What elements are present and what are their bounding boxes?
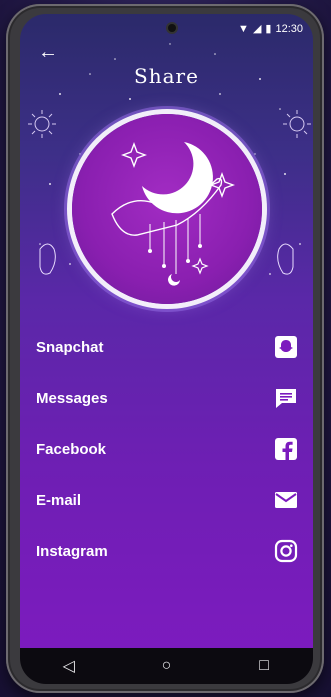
share-screen: ▼ ◢ ▮ 12:30 ← Share Snapchat Messages Fa… — [20, 14, 313, 648]
nav-home-icon[interactable]: ○ — [146, 657, 186, 675]
android-nav-bar: ◁ ○ □ — [20, 648, 313, 684]
share-option-label: Instagram — [36, 543, 108, 560]
share-option-snapchat[interactable]: Snapchat — [20, 322, 313, 373]
share-option-label: E-mail — [36, 492, 82, 509]
wifi-icon: ▼ — [238, 22, 249, 35]
signal-icon: ◢ — [252, 23, 262, 35]
moon-hand-emblem — [72, 114, 262, 304]
snapchat-icon — [273, 334, 299, 360]
moon-icon — [111, 142, 235, 286]
status-time: 12:30 — [275, 22, 303, 35]
share-option-instagram[interactable]: Instagram — [20, 526, 313, 577]
back-arrow-icon[interactable]: ← — [38, 42, 58, 62]
share-option-facebook[interactable]: Facebook — [20, 424, 313, 475]
share-option-email[interactable]: E-mail — [20, 475, 313, 526]
status-bar: ▼ ◢ ▮ 12:30 — [20, 20, 313, 36]
share-option-label: Facebook — [36, 441, 107, 458]
facebook-icon — [273, 436, 299, 462]
share-option-label: Snapchat — [36, 339, 104, 356]
email-icon — [273, 487, 299, 513]
share-options-list: Snapchat Messages Facebook E-mail Instag… — [20, 322, 313, 577]
page-title: Share — [134, 64, 199, 88]
camera-dot — [168, 24, 176, 32]
share-option-label: Messages — [36, 390, 108, 407]
battery-icon: ▮ — [265, 23, 272, 35]
nav-recents-icon[interactable]: □ — [244, 657, 284, 675]
share-option-messages[interactable]: Messages — [20, 373, 313, 424]
message-icon — [273, 385, 299, 411]
instagram-icon — [273, 538, 299, 564]
status-right: ▼ ◢ ▮ 12:30 — [238, 22, 303, 36]
nav-back-icon[interactable]: ◁ — [49, 656, 89, 676]
